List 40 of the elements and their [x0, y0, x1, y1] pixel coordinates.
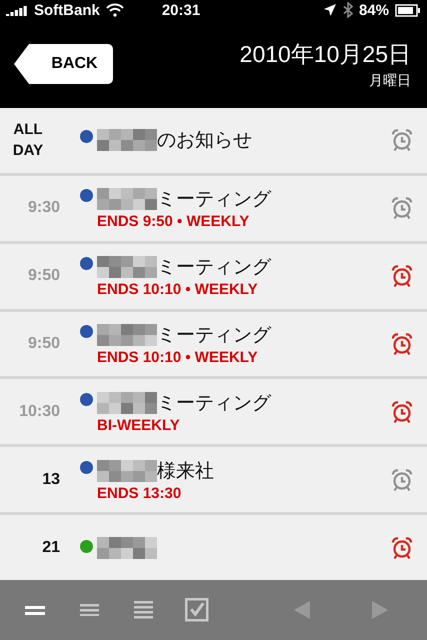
- location-arrow-icon: [322, 3, 337, 17]
- clock-time: 20:31: [162, 2, 200, 18]
- event-title[interactable]: ミーティング: [157, 186, 271, 212]
- weekday-label: 月曜日: [369, 72, 411, 90]
- event-time: ALL DAY: [12, 120, 44, 162]
- battery-icon: [395, 4, 421, 16]
- alarm-clock-icon[interactable]: [391, 400, 413, 424]
- event-detail: ENDS 10:10 • WEEKLY: [97, 349, 259, 366]
- lines-icon: [80, 604, 98, 616]
- alarm-clock-icon[interactable]: [391, 264, 413, 288]
- tasks-icon: [185, 598, 209, 622]
- event-detail: ENDS 13:30: [97, 484, 182, 502]
- alarm-clock-icon[interactable]: [391, 332, 413, 356]
- event-time: 13: [41, 470, 60, 489]
- wifi-icon: [106, 3, 124, 17]
- carrier-name: SoftBank: [34, 2, 100, 18]
- alarm-clock-icon[interactable]: [391, 196, 413, 220]
- event-detail: BI-WEEKLY: [97, 416, 181, 434]
- event-time: 9:50: [26, 335, 60, 353]
- alarm-clock-icon[interactable]: [391, 128, 413, 152]
- back-button[interactable]: BACK: [14, 44, 113, 84]
- event-detail: ENDS 9:50 • WEEKLY: [97, 213, 250, 230]
- battery-percent: 84%: [358, 2, 389, 18]
- lines-icon: [25, 606, 45, 614]
- event-title[interactable]: ミーティング: [157, 390, 271, 416]
- lines-icon: [134, 601, 152, 619]
- event-title[interactable]: ミーティング: [157, 254, 271, 280]
- event-time: 21: [41, 538, 60, 557]
- signal-icon: [6, 4, 28, 16]
- alarm-clock-icon[interactable]: [391, 468, 413, 492]
- date-title: 2010年10月25日: [240, 40, 411, 68]
- event-detail: ENDS 10:10 • WEEKLY: [97, 281, 259, 298]
- event-time: 9:50: [26, 267, 60, 286]
- event-time: 10:30: [18, 402, 60, 421]
- event-title[interactable]: のお知らせ: [157, 127, 252, 154]
- bluetooth-icon: [342, 2, 353, 18]
- event-title[interactable]: ミーティング: [157, 322, 271, 348]
- event-time: 9:30: [26, 199, 60, 218]
- alarm-clock-icon[interactable]: [391, 536, 413, 560]
- event-title[interactable]: 様来社: [157, 458, 214, 484]
